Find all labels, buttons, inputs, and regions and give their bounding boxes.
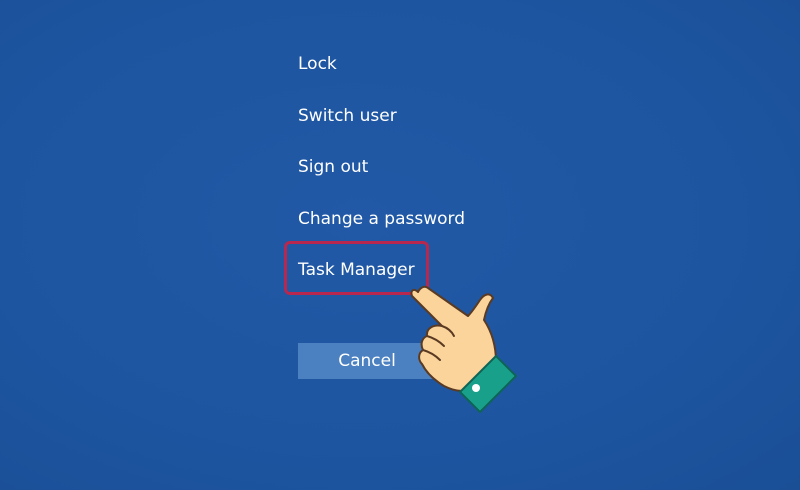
menu-item-sign-out[interactable]: Sign out xyxy=(298,156,368,178)
menu-item-change-password[interactable]: Change a password xyxy=(298,208,465,230)
pointing-hand-icon xyxy=(410,285,517,413)
menu-item-switch-user[interactable]: Switch user xyxy=(298,105,397,127)
menu-item-lock[interactable]: Lock xyxy=(298,53,337,75)
ctrl-alt-del-screen: Lock Switch user Sign out Change a passw… xyxy=(0,0,800,490)
